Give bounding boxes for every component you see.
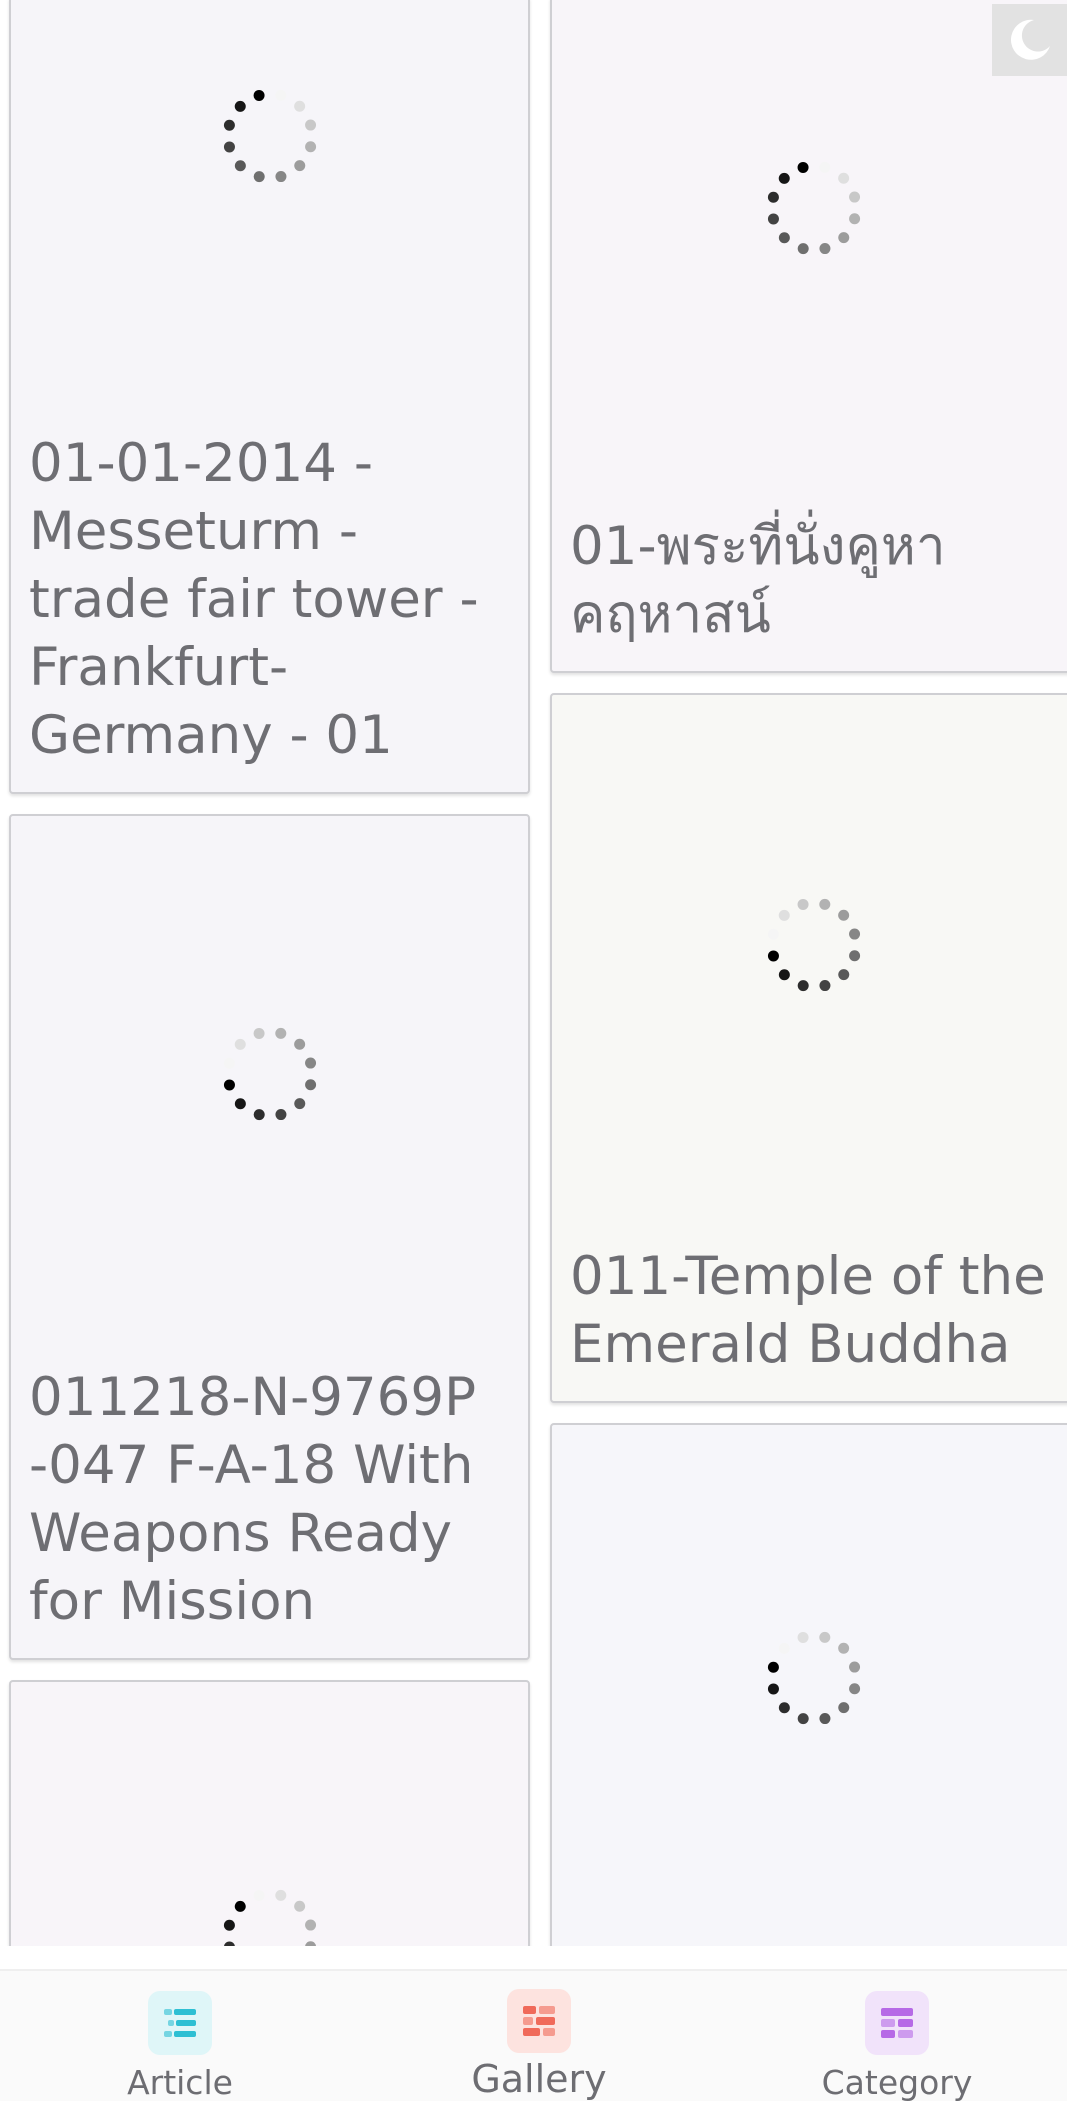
bottom-navigation: Article Gallery Category (0, 1969, 1067, 2103)
moon-icon (1010, 19, 1050, 60)
card-title: 011-Temple of the Emerald Buddha (570, 1246, 1046, 1375)
article-list-icon (148, 1991, 212, 2055)
nav-label: Category (821, 2063, 973, 2102)
loading-spinner-icon (214, 80, 326, 192)
gallery-card[interactable] (9, 1680, 530, 1946)
gallery-grid-icon (507, 1989, 571, 2053)
category-icon (865, 1991, 929, 2055)
nav-label: Gallery (471, 2057, 607, 2101)
theme-toggle-button[interactable] (992, 4, 1067, 76)
loading-spinner-icon (758, 152, 870, 264)
loading-spinner-icon (214, 1018, 326, 1130)
loading-spinner-icon (758, 1622, 870, 1734)
nav-item-gallery[interactable]: Gallery (389, 1971, 689, 2103)
nav-item-category[interactable]: Category (747, 1971, 1047, 2103)
gallery-card[interactable] (550, 1423, 1067, 1946)
card-title: 01-01-2014 - Messeturm - trade fair towe… (29, 433, 479, 766)
gallery-card[interactable]: 01-01-2014 - Messeturm - trade fair towe… (9, 0, 530, 794)
loading-spinner-icon (758, 889, 870, 1001)
loading-spinner-icon (214, 1880, 326, 1946)
card-title: 011218-N-9769P -047 F-A-18 With Weapons … (29, 1367, 477, 1632)
gallery-card[interactable]: 01-พระที่นั่งคูหาคฤหาสน์ (550, 0, 1067, 673)
gallery-viewport[interactable]: 01-01-2014 - Messeturm - trade fair towe… (0, 0, 1067, 1946)
card-title: 01-พระที่นั่งคูหาคฤหาสน์ (570, 516, 946, 645)
gallery-card[interactable]: 011218-N-9769P -047 F-A-18 With Weapons … (9, 814, 530, 1660)
nav-label: Article (127, 2063, 233, 2102)
gallery-card[interactable]: 011-Temple of the Emerald Buddha (550, 693, 1067, 1403)
nav-item-article[interactable]: Article (30, 1971, 330, 2103)
